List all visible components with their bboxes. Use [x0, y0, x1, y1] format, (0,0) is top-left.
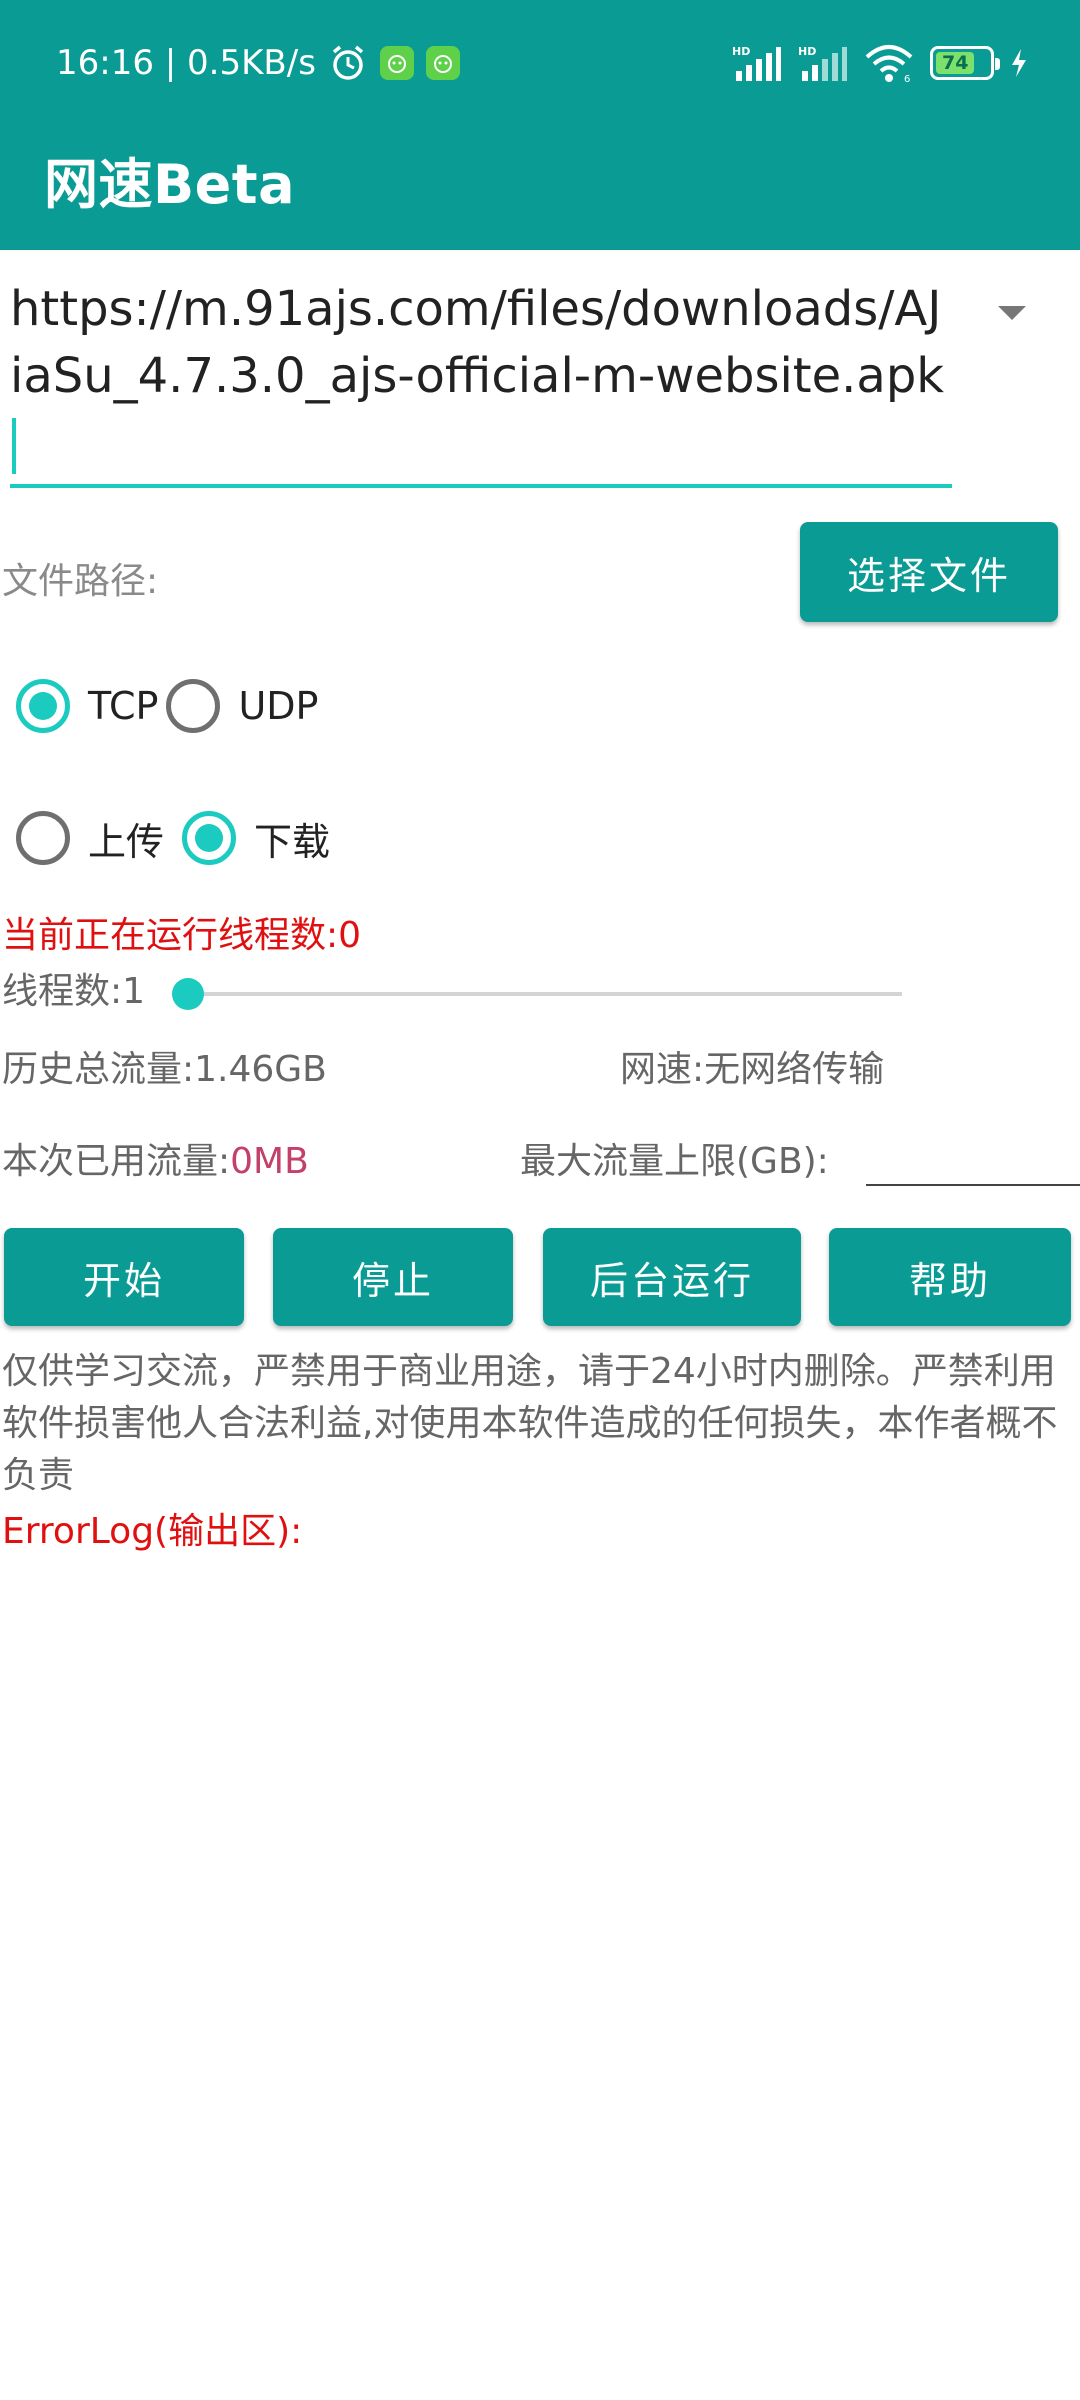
tcp-radio-label[interactable]: TCP	[88, 684, 158, 728]
tcp-radio[interactable]: TCP	[16, 679, 158, 733]
radio-unchecked-icon[interactable]	[16, 811, 70, 865]
stop-button[interactable]: 停止	[273, 1228, 513, 1326]
radio-checked-icon[interactable]	[16, 679, 70, 733]
radio-unchecked-icon[interactable]	[166, 679, 221, 733]
protocol-radio-group: TCP UDP	[0, 666, 326, 746]
status-right: HD HD 6 74	[732, 38, 1028, 88]
battery-icon: 74	[930, 46, 1000, 80]
text-cursor	[12, 418, 16, 474]
hd-signal-icon: HD	[732, 45, 781, 81]
thread-count-label: 线程数:1	[2, 971, 146, 1012]
udp-radio-label[interactable]: UDP	[238, 684, 318, 728]
url-dropdown-arrow-icon[interactable]	[998, 306, 1026, 320]
start-button[interactable]: 开始	[4, 1228, 244, 1326]
app-header-area: 16:16 | 0.5KB/s HD HD 6 74 网速Beta	[0, 0, 1080, 250]
used-traffic-label: 本次已用流量:	[2, 1141, 231, 1182]
url-input-value[interactable]: https://m.91ajs.com/files/downloads/AJia…	[10, 281, 944, 404]
direction-radio-group: 上传 下载	[0, 798, 338, 878]
wifi-icon: 6	[865, 45, 913, 83]
download-radio-label[interactable]: 下载	[254, 811, 330, 866]
status-time-speed: 16:16 | 0.5KB/s	[56, 43, 316, 83]
max-traffic-label: 最大流量上限(GB):	[520, 1141, 829, 1182]
app-notification-icon	[379, 46, 414, 80]
choose-file-button[interactable]: 选择文件	[800, 522, 1058, 622]
status-bar: 16:16 | 0.5KB/s HD HD 6 74	[0, 0, 1080, 126]
run-in-background-button[interactable]: 后台运行	[543, 1228, 801, 1326]
thread-slider-track[interactable]	[188, 992, 902, 996]
thread-slider-thumb[interactable]	[172, 978, 204, 1010]
app-title: 网速Beta	[44, 153, 296, 216]
error-log-label: ErrorLog(输出区):	[2, 1511, 303, 1552]
used-traffic-value: 0MB	[230, 1141, 309, 1182]
radio-checked-icon[interactable]	[182, 811, 237, 865]
file-path-label: 文件路径:	[2, 561, 159, 602]
app-notification-icon	[425, 46, 460, 80]
svg-text:HD: HD	[798, 45, 816, 58]
charging-icon	[1012, 49, 1026, 77]
battery-level: 74	[936, 52, 975, 74]
alarm-clock-icon	[332, 45, 364, 80]
download-radio[interactable]: 下载	[182, 811, 330, 866]
net-speed-text: 网速:无网络传输	[620, 1049, 885, 1090]
svg-text:6: 6	[904, 74, 910, 83]
max-traffic-input[interactable]	[866, 1128, 1080, 1186]
total-traffic-text: 历史总流量:1.46GB	[2, 1049, 327, 1090]
svg-text:HD: HD	[732, 45, 750, 58]
upload-radio-label[interactable]: 上传	[88, 811, 164, 866]
running-threads-status: 当前正在运行线程数:0	[2, 915, 362, 956]
udp-radio[interactable]: UDP	[166, 679, 318, 733]
disclaimer-text: 仅供学习交流，严禁用于商业用途，请于24小时内删除。严禁利用软件损害他人合法利益…	[2, 1351, 1058, 1496]
help-button[interactable]: 帮助	[829, 1228, 1071, 1326]
url-input[interactable]: https://m.91ajs.com/files/downloads/AJia…	[10, 276, 952, 488]
status-left: 16:16 | 0.5KB/s	[56, 40, 460, 86]
upload-radio[interactable]: 上传	[16, 811, 164, 866]
hd-signal-icon: HD	[798, 45, 847, 81]
used-traffic-text: 本次已用流量:0MB	[2, 1132, 309, 1184]
